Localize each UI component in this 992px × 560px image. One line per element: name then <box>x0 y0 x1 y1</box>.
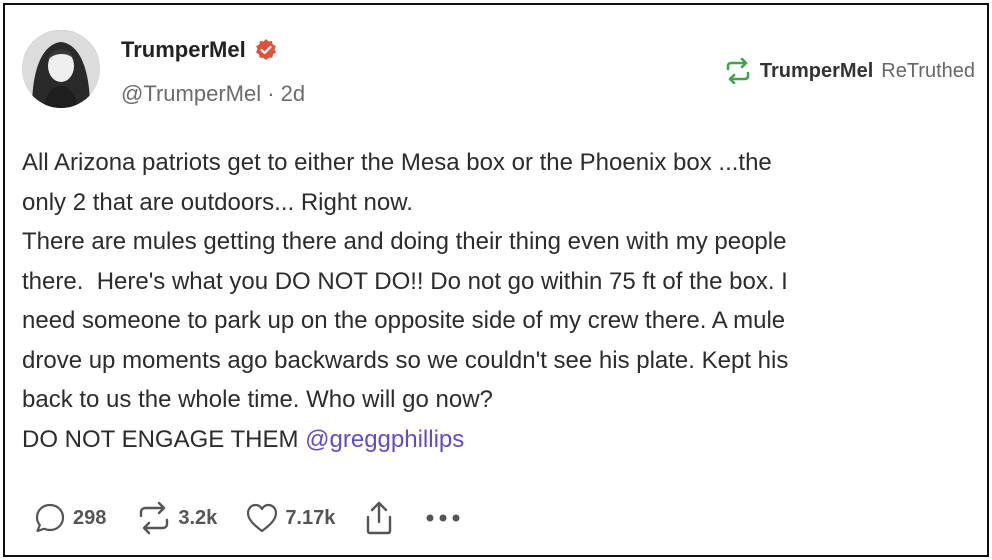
share-button[interactable] <box>363 500 395 536</box>
mention-link[interactable]: @greggphillips <box>305 426 464 453</box>
verified-icon <box>254 38 278 62</box>
post-card: TrumperMel @TrumperMel · 2d TrumperMel R… <box>3 3 989 557</box>
body-last-line: DO NOT ENGAGE THEM @greggphillips <box>22 420 972 460</box>
avatar[interactable] <box>22 30 100 108</box>
retruth-user[interactable]: TrumperMel <box>760 60 873 83</box>
body-line: there. Here's what you DO NOT DO!! Do no… <box>22 267 788 295</box>
retruth-indicator: TrumperMel ReTruthed <box>724 58 975 84</box>
handle-row: @TrumperMel · 2d <box>121 81 305 107</box>
body-line: only 2 that are outdoors... Right now. <box>22 188 413 216</box>
share-icon <box>363 500 395 536</box>
reply-button[interactable]: 298 <box>33 501 106 535</box>
like-count: 7.17k <box>285 506 336 529</box>
reply-count: 298 <box>73 506 107 529</box>
like-button[interactable]: 7.17k <box>245 502 335 534</box>
retruth-label: ReTruthed <box>881 59 975 82</box>
retruth-icon <box>724 58 752 84</box>
body-line: back to us the whole time. Who will go n… <box>22 386 493 413</box>
retruth-button[interactable]: 3.2k <box>136 501 217 535</box>
retruth-count: 3.2k <box>178 506 218 529</box>
more-icon <box>425 513 461 523</box>
author-name[interactable]: TrumperMel <box>121 37 246 63</box>
handle[interactable]: @TrumperMel <box>121 81 261 106</box>
body-line-text: DO NOT ENGAGE THEM <box>22 425 306 453</box>
body-line: There are mules getting there and doing … <box>22 228 787 255</box>
retruth-action-icon <box>136 501 172 535</box>
body-line: drove up moments ago backwards so we cou… <box>22 346 789 374</box>
body-line: All Arizona patriots get to either the M… <box>22 149 772 176</box>
like-icon <box>245 502 279 534</box>
body-line: need someone to park up on the opposite … <box>22 307 786 334</box>
action-bar: 298 3.2k 7.17k <box>33 500 461 536</box>
reply-icon <box>33 501 67 535</box>
separator: · <box>267 81 275 106</box>
timestamp[interactable]: 2d <box>281 81 305 106</box>
more-button[interactable] <box>425 513 461 523</box>
post-body: All Arizona patriots get to either the M… <box>22 143 972 459</box>
